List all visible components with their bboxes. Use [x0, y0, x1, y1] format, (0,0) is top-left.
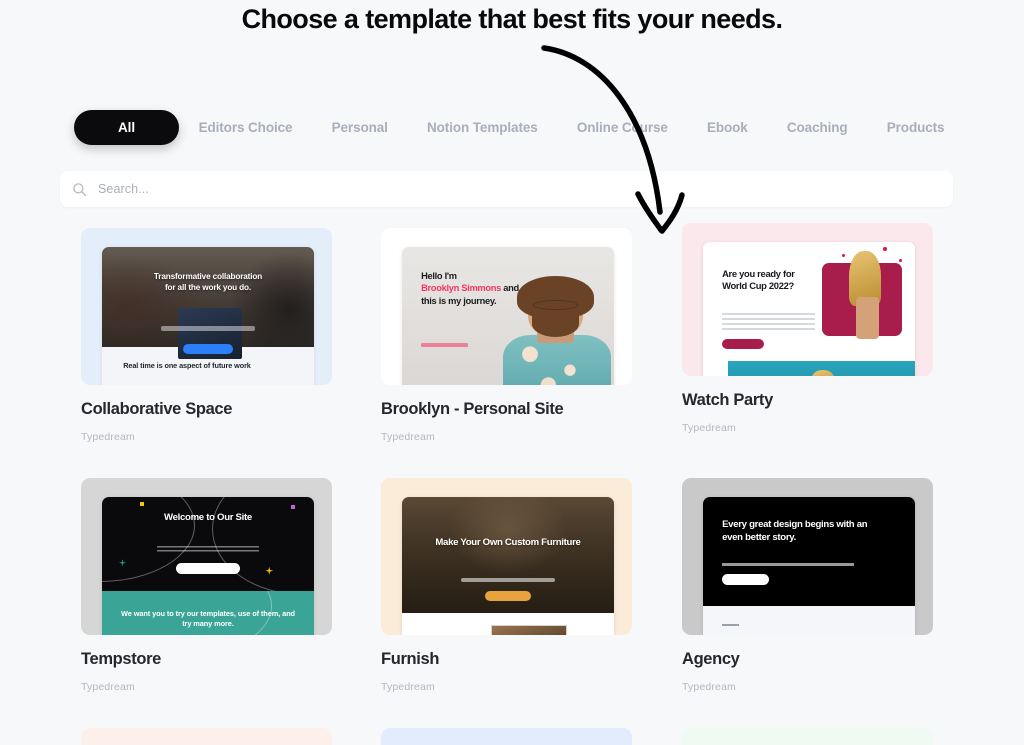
- preview-cta-button: [722, 573, 769, 585]
- template-title: Brooklyn - Personal Site: [381, 400, 564, 418]
- template-author: Typedream: [381, 681, 435, 693]
- preview-band: We want you to try our templates, use of…: [102, 591, 314, 635]
- preview-arm: [855, 296, 879, 340]
- template-preview: Welcome to Our Site We want you to try o…: [102, 497, 314, 635]
- template-thumbnail: Every great design begins with an even b…: [682, 478, 933, 635]
- template-title: Agency: [682, 650, 740, 668]
- preview-band-text: We want you to try our templates, use of…: [121, 608, 295, 628]
- tab-personal[interactable]: Personal: [312, 120, 407, 135]
- template-card-collaborative-space[interactable]: Transformative collaboration for all the…: [81, 228, 332, 443]
- template-author: Typedream: [81, 431, 135, 443]
- tab-notion-templates[interactable]: Notion Templates: [407, 120, 557, 135]
- preview-name: Brooklyn Simmons: [421, 283, 501, 294]
- tab-ebook[interactable]: Ebook: [687, 120, 767, 135]
- preview-headline: Hello I'm Brooklyn Simmons and this is m…: [421, 270, 531, 307]
- template-card-brooklyn-personal-site[interactable]: Hello I'm Brooklyn Simmons and this is m…: [381, 228, 632, 443]
- template-author: Typedream: [682, 422, 736, 434]
- template-grid: Transformative collaboration for all the…: [0, 223, 1024, 745]
- template-thumbnail: Transformative collaboration for all the…: [81, 228, 332, 385]
- template-row-1: Transformative collaboration for all the…: [0, 223, 1024, 478]
- template-card-partial-3[interactable]: [682, 728, 933, 745]
- page-title: Choose a template that best fits your ne…: [241, 4, 783, 34]
- preview-subtext: [461, 577, 555, 582]
- template-preview: Make Your Own Custom Furniture: [402, 497, 614, 635]
- tab-editors-choice[interactable]: Editors Choice: [179, 120, 312, 135]
- template-card-tempstore[interactable]: Welcome to Our Site We want you to try o…: [81, 478, 332, 693]
- preview-hero: Every great design begins with an even b…: [703, 497, 915, 607]
- template-author: Typedream: [81, 681, 135, 693]
- tab-online-course[interactable]: Online Course: [557, 120, 687, 135]
- preview-subtext: [722, 313, 816, 332]
- template-row-2: Welcome to Our Site We want you to try o…: [0, 478, 1024, 728]
- preview-headline: Welcome to Our Site: [164, 512, 252, 524]
- template-card-partial-1[interactable]: [81, 728, 332, 745]
- preview-accent-bar: [421, 342, 468, 347]
- preview-cta-button: [182, 344, 234, 355]
- preview-line1: Hello I'm: [421, 270, 457, 281]
- template-thumbnail: Welcome to Our Site We want you to try o…: [81, 478, 332, 635]
- search-icon: [73, 182, 87, 196]
- template-author: Typedream: [381, 431, 435, 443]
- tab-coaching[interactable]: Coaching: [767, 120, 867, 135]
- search-bar[interactable]: Search...: [60, 171, 953, 207]
- template-card-partial-2[interactable]: [381, 728, 632, 745]
- template-preview: Transformative collaboration for all the…: [102, 247, 314, 385]
- template-title: Furnish: [381, 650, 440, 668]
- search-input[interactable]: Search...: [98, 182, 149, 196]
- template-title: Watch Party: [682, 391, 773, 409]
- template-row-3-peek: [0, 728, 1024, 745]
- template-thumbnail: Are you ready for World Cup 2022?: [682, 223, 933, 376]
- tab-products[interactable]: Products: [867, 120, 964, 135]
- template-preview: Hello I'm Brooklyn Simmons and this is m…: [402, 247, 614, 385]
- tab-all[interactable]: All: [74, 110, 179, 145]
- preview-band: [728, 360, 915, 376]
- preview-subtext: [157, 546, 259, 554]
- template-card-watch-party[interactable]: Are you ready for World Cup 2022? Watch …: [682, 223, 933, 434]
- preview-headline: Are you ready for World Cup 2022?: [722, 267, 795, 292]
- category-tabs: All Editors Choice Personal Notion Templ…: [74, 110, 964, 145]
- preview-footer-text: Real time is one aspect of future work: [123, 360, 251, 370]
- template-thumbnail: Make Your Own Custom Furniture: [381, 478, 632, 635]
- template-card-agency[interactable]: Every great design begins with an even b…: [682, 478, 933, 693]
- preview-cta-button: [722, 339, 765, 350]
- preview-subtext: [161, 326, 255, 332]
- template-preview: Are you ready for World Cup 2022?: [703, 242, 915, 376]
- template-thumbnail: Hello I'm Brooklyn Simmons and this is m…: [381, 228, 632, 385]
- preview-headline: Transformative collaboration for all the…: [153, 272, 263, 293]
- preview-footer: [703, 606, 915, 635]
- preview-headline: Every great design begins with an even b…: [722, 518, 868, 543]
- template-author: Typedream: [682, 681, 736, 693]
- preview-cta-button: [484, 591, 532, 602]
- preview-subtext: [722, 562, 854, 566]
- template-title: Collaborative Space: [81, 400, 233, 418]
- template-preview: Every great design begins with an even b…: [703, 497, 915, 635]
- preview-photo: [491, 624, 568, 635]
- preview-hero: Welcome to Our Site: [102, 497, 314, 592]
- preview-cta-button: [176, 562, 240, 574]
- template-gallery-page: Choose a template that best fits your ne…: [0, 0, 1024, 745]
- preview-headline: Make Your Own Custom Furniture: [435, 536, 581, 548]
- template-card-furnish[interactable]: Make Your Own Custom Furniture Furnish T…: [381, 478, 632, 693]
- template-title: Tempstore: [81, 650, 161, 668]
